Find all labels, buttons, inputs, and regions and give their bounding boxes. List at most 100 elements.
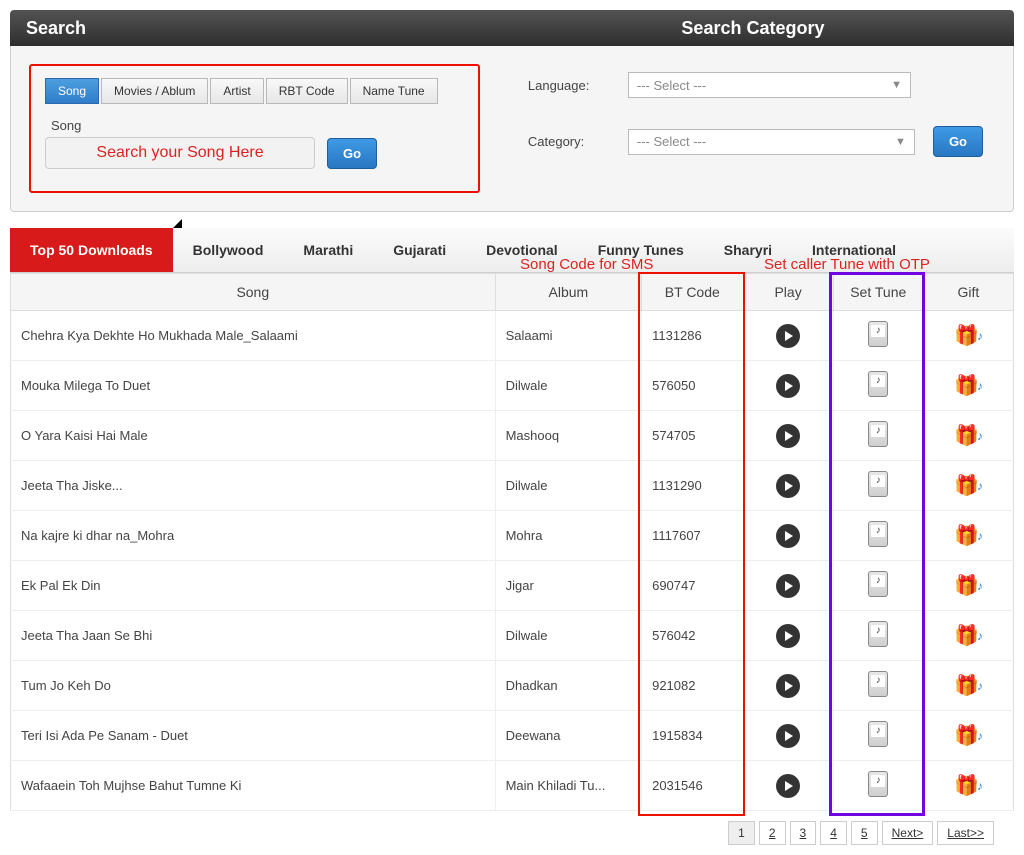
page-next[interactable]: Next> xyxy=(882,821,934,845)
play-icon[interactable] xyxy=(776,524,800,548)
search-tab-row: SongMovies / AblumArtistRBT CodeName Tun… xyxy=(45,78,464,104)
cell-album: Main Khiladi Tu... xyxy=(495,761,642,811)
gift-icon[interactable]: 🎁♪ xyxy=(954,573,983,598)
page-5[interactable]: 5 xyxy=(851,821,878,845)
set-tune-icon[interactable] xyxy=(868,321,888,347)
set-tune-icon[interactable] xyxy=(868,421,888,447)
search-category-title: Search Category xyxy=(492,18,1014,39)
set-tune-icon[interactable] xyxy=(868,621,888,647)
gift-icon[interactable]: 🎁♪ xyxy=(954,373,983,398)
cell-bt-code: 690747 xyxy=(642,561,743,611)
col-song: Song xyxy=(11,274,496,311)
gift-icon[interactable]: 🎁♪ xyxy=(954,673,983,698)
play-icon[interactable] xyxy=(776,774,800,798)
cell-album: Dilwale xyxy=(495,461,642,511)
cell-song: Na kajre ki dhar na_Mohra xyxy=(11,511,496,561)
gift-icon[interactable]: 🎁♪ xyxy=(954,523,983,548)
gift-icon[interactable]: 🎁♪ xyxy=(954,423,983,448)
cell-song: Wafaaein Toh Mujhse Bahut Tumne Ki xyxy=(11,761,496,811)
gift-icon[interactable]: 🎁♪ xyxy=(954,323,983,348)
play-icon[interactable] xyxy=(776,374,800,398)
play-icon[interactable] xyxy=(776,624,800,648)
set-tune-icon[interactable] xyxy=(868,571,888,597)
cell-bt-code: 1117607 xyxy=(642,511,743,561)
search-tab-artist[interactable]: Artist xyxy=(210,78,263,104)
category-select[interactable]: --- Select --- ▼ xyxy=(628,129,915,155)
set-tune-icon[interactable] xyxy=(868,721,888,747)
cell-album: Mashooq xyxy=(495,411,642,461)
category-value: --- Select --- xyxy=(637,134,706,149)
chevron-down-icon: ▼ xyxy=(895,136,906,148)
table-wrapper: Song Album BT Code Play Set Tune Gift Ch… xyxy=(10,273,1014,811)
cell-album: Salaami xyxy=(495,311,642,361)
cell-song: Tum Jo Keh Do xyxy=(11,661,496,711)
language-label: Language: xyxy=(528,78,610,93)
tab-top-downloads[interactable]: Top 50 Downloads xyxy=(10,228,173,272)
category-go-button[interactable]: Go xyxy=(933,126,983,157)
play-icon[interactable] xyxy=(776,324,800,348)
play-icon[interactable] xyxy=(776,474,800,498)
search-tab-movies-ablum[interactable]: Movies / Ablum xyxy=(101,78,208,104)
table-row: Chehra Kya Dekhte Ho Mukhada Male_Salaam… xyxy=(11,311,1014,361)
cell-album: Dilwale xyxy=(495,361,642,411)
set-tune-icon[interactable] xyxy=(868,471,888,497)
page-3[interactable]: 3 xyxy=(790,821,817,845)
set-tune-icon[interactable] xyxy=(868,771,888,797)
cell-bt-code: 576042 xyxy=(642,611,743,661)
page-last[interactable]: Last>> xyxy=(937,821,994,845)
table-row: Teri Isi Ada Pe Sanam - DuetDeewana19158… xyxy=(11,711,1014,761)
cell-album: Deewana xyxy=(495,711,642,761)
col-album: Album xyxy=(495,274,642,311)
table-row: Ek Pal Ek DinJigar690747 🎁♪ xyxy=(11,561,1014,611)
cell-bt-code: 2031546 xyxy=(642,761,743,811)
set-tune-icon[interactable] xyxy=(868,521,888,547)
cell-album: Dilwale xyxy=(495,611,642,661)
cell-bt-code: 1131286 xyxy=(642,311,743,361)
table-row: Jeeta Tha Jaan Se BhiDilwale576042🎁♪ xyxy=(11,611,1014,661)
play-icon[interactable] xyxy=(776,674,800,698)
chevron-down-icon: ▼ xyxy=(891,79,902,91)
set-tune-icon[interactable] xyxy=(868,671,888,697)
page-4[interactable]: 4 xyxy=(820,821,847,845)
play-icon[interactable] xyxy=(776,574,800,598)
cell-song: Teri Isi Ada Pe Sanam - Duet xyxy=(11,711,496,761)
tab-gujarati[interactable]: Gujarati xyxy=(373,228,466,272)
gift-icon[interactable]: 🎁♪ xyxy=(954,623,983,648)
gift-icon[interactable]: 🎁♪ xyxy=(954,723,983,748)
tab-bollywood[interactable]: Bollywood xyxy=(173,228,284,272)
pagination: 12345Next>Last>> xyxy=(10,821,1014,845)
search-go-button[interactable]: Go xyxy=(327,138,377,169)
cell-bt-code: 921082 xyxy=(642,661,743,711)
table-row: Wafaaein Toh Mujhse Bahut Tumne KiMain K… xyxy=(11,761,1014,811)
cell-song: Ek Pal Ek Din xyxy=(11,561,496,611)
cell-song: Mouka Milega To Duet xyxy=(11,361,496,411)
main-tabs: Top 50 DownloadsBollywoodMarathiGujarati… xyxy=(10,228,1014,273)
col-set: Set Tune xyxy=(833,274,923,311)
search-title: Search xyxy=(10,18,492,39)
gift-icon[interactable]: 🎁♪ xyxy=(954,473,983,498)
play-icon[interactable] xyxy=(776,424,800,448)
gift-icon[interactable]: 🎁♪ xyxy=(954,773,983,798)
language-select[interactable]: --- Select --- ▼ xyxy=(628,72,911,98)
cell-song: Chehra Kya Dekhte Ho Mukhada Male_Salaam… xyxy=(11,311,496,361)
annotation-otp: Set caller Tune with OTP xyxy=(764,256,930,273)
search-input[interactable] xyxy=(45,137,315,169)
cell-bt-code: 576050 xyxy=(642,361,743,411)
cell-song: O Yara Kaisi Hai Male xyxy=(11,411,496,461)
search-tab-rbt-code[interactable]: RBT Code xyxy=(266,78,348,104)
cell-song: Jeeta Tha Jiske... xyxy=(11,461,496,511)
col-play: Play xyxy=(743,274,833,311)
table-row: Mouka Milega To DuetDilwale576050 🎁♪ xyxy=(11,361,1014,411)
page-2[interactable]: 2 xyxy=(759,821,786,845)
language-value: --- Select --- xyxy=(637,78,706,93)
page-1[interactable]: 1 xyxy=(728,821,755,845)
set-tune-icon[interactable] xyxy=(868,371,888,397)
search-tab-song[interactable]: Song xyxy=(45,78,99,104)
play-icon[interactable] xyxy=(776,724,800,748)
tab-marathi[interactable]: Marathi xyxy=(283,228,373,272)
cell-album: Mohra xyxy=(495,511,642,561)
cell-album: Jigar xyxy=(495,561,642,611)
category-label: Category: xyxy=(528,134,610,149)
table-row: Tum Jo Keh DoDhadkan921082🎁♪ xyxy=(11,661,1014,711)
search-tab-name-tune[interactable]: Name Tune xyxy=(350,78,438,104)
